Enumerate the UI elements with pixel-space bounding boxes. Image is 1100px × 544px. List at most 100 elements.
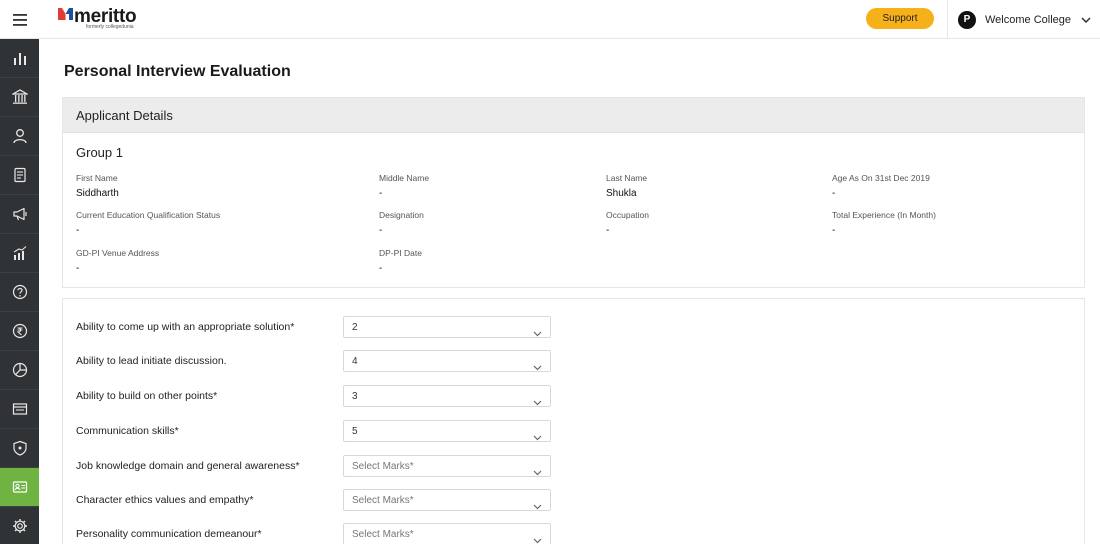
sidebar-item-institution[interactable]: [0, 78, 39, 117]
help-icon: [12, 284, 27, 300]
meritto-logo[interactable]: meritto formerly collegedunia: [58, 6, 137, 30]
chevron-down-icon: [533, 531, 542, 544]
document-icon: [13, 167, 26, 183]
marks-value: 4: [352, 355, 358, 367]
marks-select[interactable]: Select Marks*: [343, 455, 551, 477]
chevron-down-icon: [533, 393, 542, 411]
chevron-down-icon: [533, 358, 542, 376]
criteria-label: Ability to build on other points*: [76, 390, 218, 402]
applicant-details-card: Applicant Details Group 1 First Name Sid…: [62, 97, 1085, 288]
criteria-label: Personality communication demeanour*: [76, 528, 262, 540]
field-label: Total Experience (In Month): [832, 210, 936, 220]
gear-icon: [12, 519, 27, 533]
field-middle-name: Middle Name -: [379, 173, 639, 200]
sidebar-item-users[interactable]: [0, 117, 39, 156]
criteria-label: Ability to lead initiate discussion.: [76, 355, 227, 367]
sidebar-item-interview[interactable]: [0, 468, 39, 507]
field-label: Age As On 31st Dec 2019: [832, 173, 930, 183]
field-value: Siddharth: [76, 188, 119, 199]
marks-value: 2: [352, 321, 358, 333]
field-education-status: Current Education Qualification Status -: [76, 210, 336, 237]
field-value: -: [76, 225, 80, 236]
marks-select[interactable]: 4: [343, 350, 551, 372]
sidebar-item-forms[interactable]: [0, 156, 39, 195]
field-value: -: [832, 225, 836, 236]
marks-select[interactable]: 3: [343, 385, 551, 407]
marks-placeholder: Select Marks*: [352, 528, 414, 540]
chevron-down-icon: [533, 428, 542, 446]
marks-placeholder: Select Marks*: [352, 460, 414, 472]
menu-icon[interactable]: [0, 0, 39, 39]
field-value: -: [379, 263, 383, 274]
field-value: -: [76, 263, 80, 274]
field-experience: Total Experience (In Month) -: [832, 210, 1092, 237]
browser-window-icon: [12, 403, 27, 415]
criteria-row: Ability to lead initiate discussion. 4: [63, 350, 1086, 372]
field-label: DP-PI Date: [379, 248, 422, 258]
marks-value: 3: [352, 390, 358, 402]
marks-value: 5: [352, 425, 358, 437]
field-occupation: Occupation -: [606, 210, 866, 237]
sidebar-item-dashboard[interactable]: [0, 39, 39, 78]
chevron-down-icon[interactable]: [1081, 16, 1091, 23]
marks-select[interactable]: Select Marks*: [343, 523, 551, 544]
field-pi-date: DP-PI Date -: [379, 248, 639, 275]
field-first-name: First Name Siddharth: [76, 173, 336, 200]
sidebar-item-reports[interactable]: [0, 234, 39, 273]
field-label: GD-PI Venue Address: [76, 248, 160, 258]
marks-select[interactable]: 5: [343, 420, 551, 442]
chevron-down-icon: [533, 324, 542, 342]
criteria-label: Character ethics values and empathy*: [76, 494, 254, 506]
marks-select[interactable]: 2: [343, 316, 551, 338]
page-title: Personal Interview Evaluation: [64, 63, 291, 80]
criteria-row: Communication skills* 5: [63, 420, 1086, 442]
field-value: -: [832, 188, 836, 199]
pie-chart-icon: [12, 362, 27, 378]
id-card-icon: [12, 481, 27, 493]
field-label: Designation: [379, 210, 424, 220]
field-value: -: [379, 188, 383, 199]
criteria-row: Ability to build on other points* 3: [63, 385, 1086, 407]
growth-chart-icon: [13, 246, 26, 260]
bar-chart-icon: [13, 53, 26, 65]
support-button[interactable]: Support: [866, 8, 934, 29]
field-value: Shukla: [606, 188, 637, 199]
user-menu[interactable]: P Welcome College: [947, 0, 1100, 39]
field-label: First Name: [76, 173, 118, 183]
field-label: Middle Name: [379, 173, 430, 183]
logo-mark-icon: [58, 8, 73, 20]
field-label: Last Name: [606, 173, 648, 183]
evaluation-card: Ability to come up with an appropriate s…: [62, 298, 1085, 544]
avatar: P: [958, 10, 976, 29]
field-designation: Designation -: [379, 210, 639, 237]
megaphone-icon: [12, 207, 27, 221]
sidebar-item-settings[interactable]: [0, 507, 39, 544]
sidebar-item-payments[interactable]: [0, 312, 39, 351]
rupee-icon: [12, 323, 27, 339]
criteria-row: Ability to come up with an appropriate s…: [63, 316, 1086, 338]
chevron-down-icon: [533, 497, 542, 515]
marks-select[interactable]: Select Marks*: [343, 489, 551, 511]
field-venue-address: GD-PI Venue Address -: [76, 248, 336, 275]
criteria-label: Communication skills*: [76, 425, 179, 437]
sidebar-item-campaigns[interactable]: [0, 195, 39, 234]
sidebar-item-help[interactable]: [0, 273, 39, 312]
applicant-details-header: Applicant Details: [63, 98, 1084, 133]
group-title: Group 1: [76, 145, 123, 160]
field-value: -: [606, 225, 610, 236]
institution-icon: [11, 89, 28, 104]
top-bar: meritto formerly collegedunia Support P …: [0, 0, 1100, 39]
criteria-row: Personality communication demeanour* Sel…: [63, 523, 1086, 544]
field-value: -: [379, 225, 383, 236]
field-last-name: Last Name Shukla: [606, 173, 866, 200]
criteria-label: Ability to come up with an appropriate s…: [76, 321, 295, 333]
sidebar-item-security[interactable]: [0, 429, 39, 468]
criteria-row: Character ethics values and empathy* Sel…: [63, 489, 1086, 511]
shield-icon: [12, 440, 27, 456]
field-label: Current Education Qualification Status: [76, 210, 221, 220]
sidebar-item-portal[interactable]: [0, 390, 39, 429]
sidebar-item-analytics[interactable]: [0, 351, 39, 390]
user-icon: [12, 129, 27, 144]
field-age: Age As On 31st Dec 2019 -: [832, 173, 1092, 200]
chevron-down-icon: [533, 463, 542, 481]
